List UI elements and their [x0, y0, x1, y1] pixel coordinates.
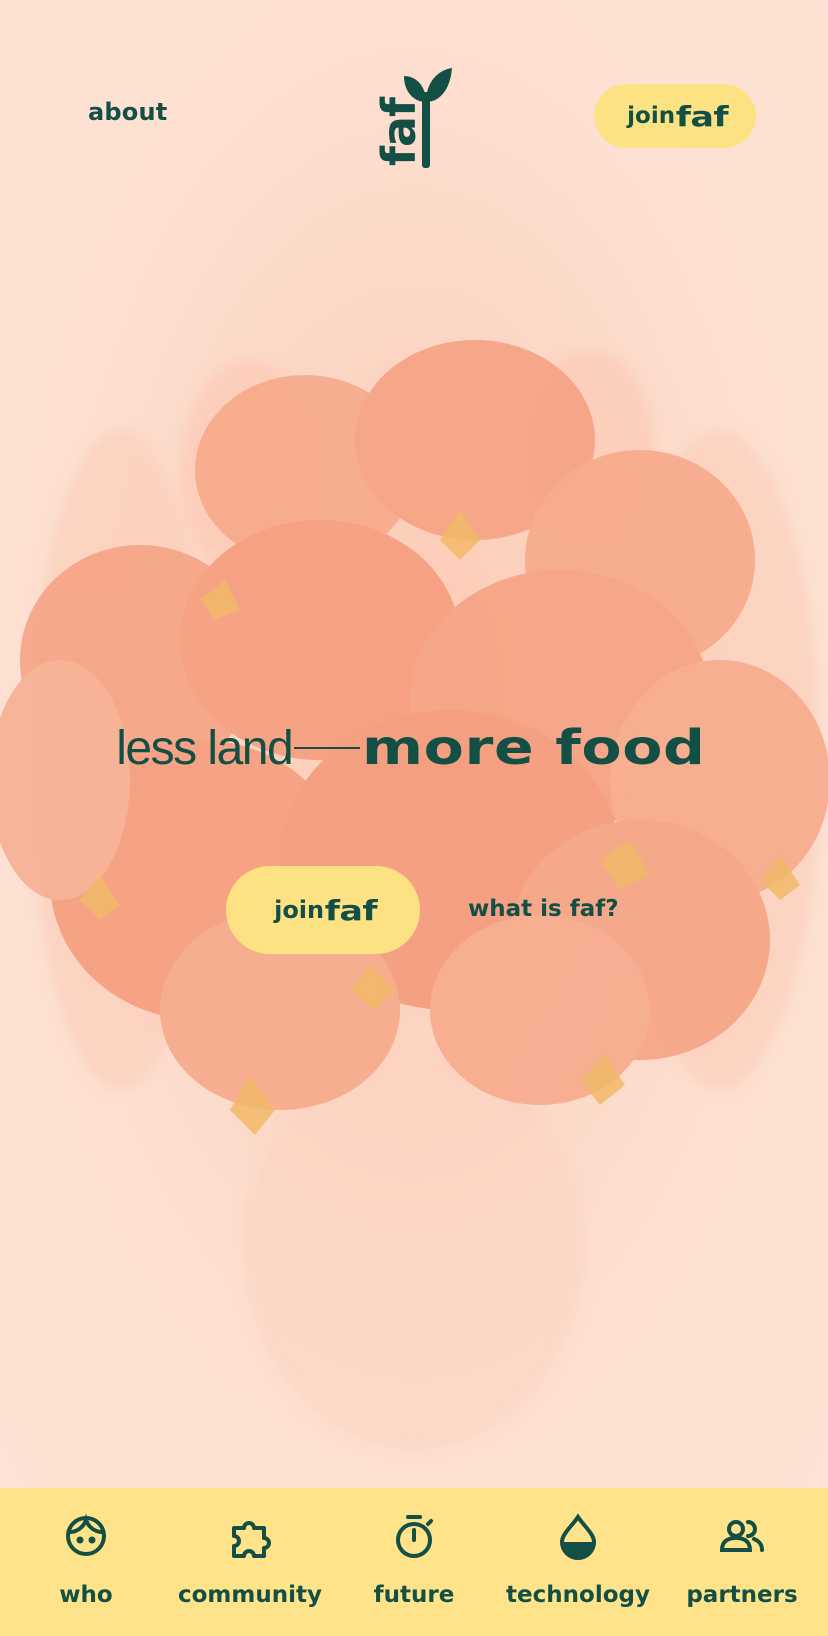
nav-item-community[interactable]: community — [178, 1488, 322, 1636]
face-icon — [66, 1513, 106, 1556]
nav-item-technology[interactable]: technology — [506, 1488, 650, 1636]
nav-label: technology — [506, 1582, 650, 1608]
people-icon — [719, 1520, 764, 1552]
nav-label: community — [178, 1582, 322, 1608]
nav-label: future — [373, 1582, 455, 1608]
join-button-header[interactable]: join faf — [594, 84, 756, 148]
nav-item-future[interactable]: future — [374, 1488, 454, 1636]
about-link[interactable]: about — [88, 98, 167, 126]
stopwatch-icon — [396, 1515, 433, 1558]
join-label: join — [627, 103, 676, 129]
bottom-nav: who community future technology partners — [0, 1488, 828, 1636]
nav-label: who — [59, 1582, 113, 1608]
what-is-faf-link[interactable]: what is faf? — [468, 896, 619, 922]
headline-bold: more food — [362, 720, 706, 776]
drop-icon — [559, 1513, 597, 1560]
join-button-hero[interactable]: join faf — [226, 866, 420, 954]
nav-label: partners — [686, 1582, 798, 1608]
join-brand: faf — [675, 99, 729, 133]
nav-item-partners[interactable]: partners — [686, 1488, 798, 1636]
headline-dash — [294, 747, 361, 749]
join-label: join — [274, 896, 325, 924]
puzzle-icon — [232, 1521, 271, 1558]
headline-light: less land — [116, 722, 293, 775]
hero-headline: less land more food — [0, 720, 828, 777]
join-brand: faf — [324, 893, 378, 927]
nav-item-who[interactable]: who — [46, 1488, 126, 1636]
logo-text: faf — [372, 97, 426, 166]
hero-section: about faf join faf less land more food jo… — [0, 0, 828, 1488]
